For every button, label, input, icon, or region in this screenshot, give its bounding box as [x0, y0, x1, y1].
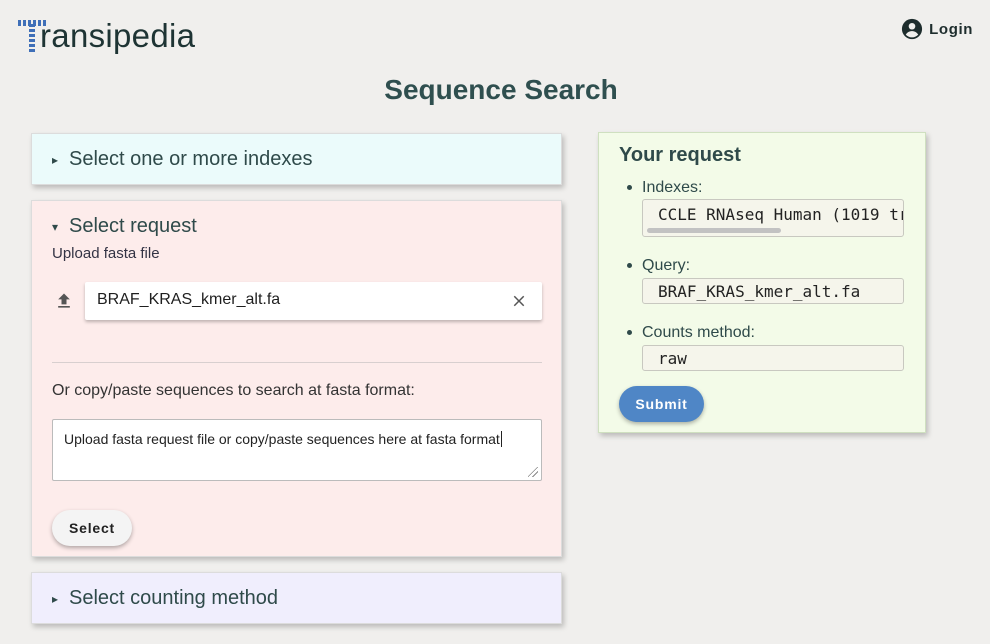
indexes-value: CCLE RNAseq Human (1019 tr: [658, 205, 904, 224]
indexes-panel-header[interactable]: ▸ Select one or more indexes: [52, 148, 541, 171]
counts-method-value-box: raw: [642, 345, 904, 371]
account-circle-icon: [902, 18, 923, 40]
bullet: [627, 330, 632, 335]
caret-right-icon: ▸: [52, 152, 59, 167]
query-label: Query:: [642, 257, 691, 274]
indexes-panel-title: Select one or more indexes: [69, 148, 313, 170]
file-name-value: BRAF_KRAS_kmer_alt.fa: [97, 291, 281, 308]
close-icon[interactable]: [510, 292, 528, 310]
textarea-value: Upload fasta request file or copy/paste …: [64, 431, 500, 447]
select-button[interactable]: Select: [52, 510, 132, 546]
summary-title: Your request: [619, 144, 741, 166]
request-panel-title: Select request: [69, 215, 197, 237]
indexes-panel: ▸ Select one or more indexes: [31, 133, 562, 185]
app-header: ransipedia Login: [0, 0, 990, 64]
section-divider: [52, 362, 542, 363]
caret-down-icon: ▾: [52, 219, 59, 234]
caret-right-icon: ▸: [52, 591, 59, 606]
query-value: BRAF_KRAS_kmer_alt.fa: [658, 282, 861, 301]
upload-icon[interactable]: [54, 291, 74, 311]
login-label: Login: [929, 20, 973, 38]
counting-panel: ▸ Select counting method: [31, 572, 562, 624]
bullet: [627, 185, 632, 190]
request-summary-panel: Your request Indexes: CCLE RNAseq Human …: [598, 132, 926, 433]
horizontal-scrollbar[interactable]: [647, 228, 781, 233]
indexes-label: Indexes:: [642, 179, 703, 196]
counting-panel-header[interactable]: ▸ Select counting method: [52, 587, 541, 610]
logo-text: ransipedia: [40, 17, 196, 54]
file-input[interactable]: BRAF_KRAS_kmer_alt.fa: [85, 282, 542, 320]
upload-fasta-label: Upload fasta file: [52, 245, 160, 262]
page-title: Sequence Search: [384, 74, 618, 105]
resize-handle[interactable]: [528, 467, 538, 477]
bullet: [627, 263, 632, 268]
transipedia-logo[interactable]: ransipedia: [16, 10, 195, 52]
submit-button[interactable]: Submit: [619, 386, 704, 422]
file-upload-row: BRAF_KRAS_kmer_alt.fa: [52, 282, 542, 321]
indexes-value-box[interactable]: CCLE RNAseq Human (1019 tr: [642, 199, 904, 237]
request-panel: ▾ Select request Upload fasta file BRAF_…: [31, 200, 562, 557]
request-panel-header[interactable]: ▾ Select request: [52, 215, 541, 238]
counts-method-value: raw: [658, 349, 687, 368]
sequence-textarea[interactable]: Upload fasta request file or copy/paste …: [52, 419, 542, 481]
counts-method-label: Counts method:: [642, 324, 755, 341]
query-value-box: BRAF_KRAS_kmer_alt.fa: [642, 278, 904, 304]
logo-t-icon: [16, 16, 48, 52]
paste-sequences-label: Or copy/paste sequences to search at fas…: [52, 382, 415, 399]
counting-panel-title: Select counting method: [69, 587, 279, 609]
login-button[interactable]: Login: [901, 18, 973, 40]
